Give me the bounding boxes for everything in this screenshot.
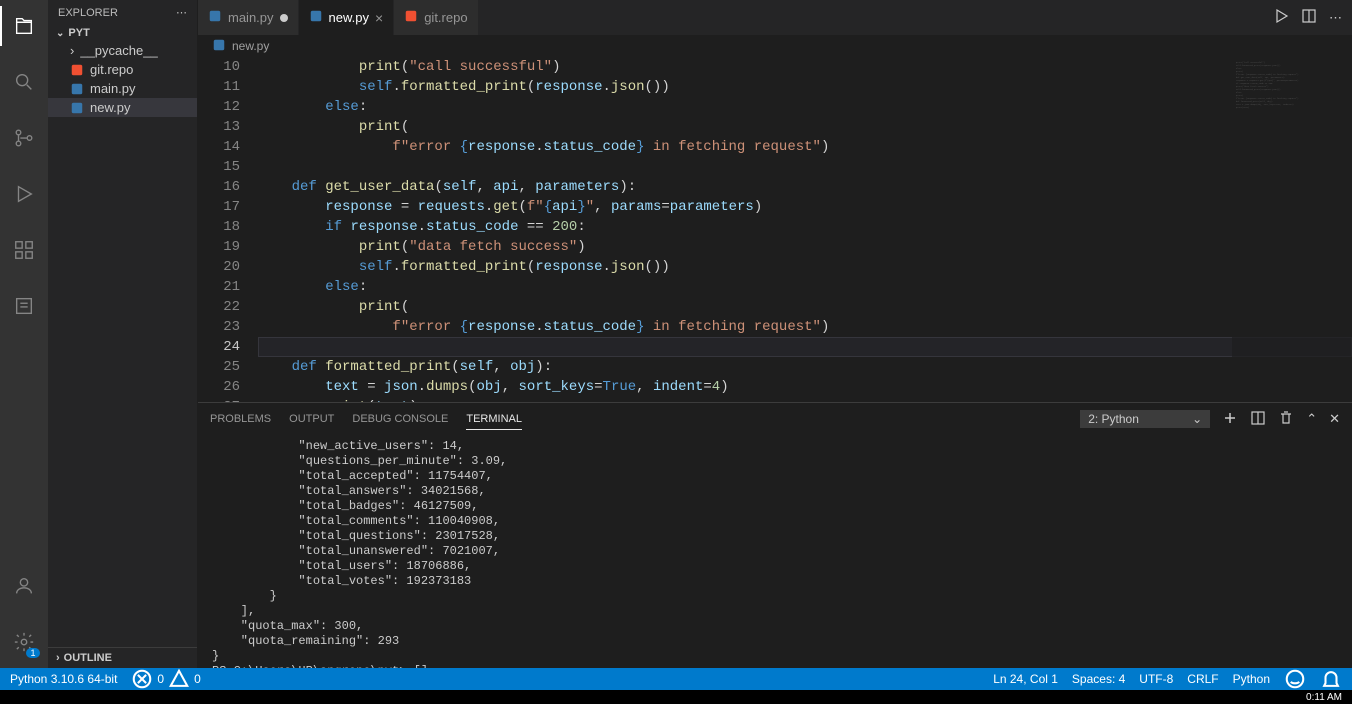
encoding[interactable]: UTF-8 bbox=[1139, 672, 1173, 686]
todo-icon[interactable] bbox=[0, 286, 48, 326]
terminal-selector[interactable]: 2: Python ⌄ bbox=[1080, 410, 1210, 428]
run-debug-icon[interactable] bbox=[0, 174, 48, 214]
panel-tab[interactable]: PROBLEMS bbox=[210, 409, 271, 430]
bottom-panel: PROBLEMS OUTPUT DEBUG CONSOLE TERMINAL 2: P… bbox=[198, 402, 1352, 668]
sidebar: EXPLORER ⋯ ⌄ PYT ›__pycache__git.repomai… bbox=[48, 0, 198, 668]
outline-section[interactable]: › OUTLINE bbox=[48, 647, 197, 668]
panel-tab[interactable]: OUTPUT bbox=[289, 409, 334, 430]
split-editor-icon[interactable] bbox=[1301, 8, 1317, 27]
explorer-icon[interactable] bbox=[0, 6, 48, 46]
feedback-icon[interactable] bbox=[1284, 668, 1306, 690]
new-terminal-icon[interactable] bbox=[1222, 410, 1238, 429]
file-tree-item[interactable]: main.py bbox=[48, 79, 197, 98]
panel-tab[interactable]: DEBUG CONSOLE bbox=[352, 409, 448, 430]
code-editor[interactable]: 101112131415161718192021222324252627 pri… bbox=[198, 57, 1352, 402]
cursor-position[interactable]: Ln 24, Col 1 bbox=[993, 672, 1058, 686]
chevron-down-icon: ⌄ bbox=[56, 28, 64, 39]
sidebar-more-icon[interactable]: ⋯ bbox=[176, 6, 187, 19]
sidebar-title: EXPLORER bbox=[58, 7, 118, 19]
breadcrumb[interactable]: new.py bbox=[198, 35, 1352, 57]
close-icon[interactable]: × bbox=[375, 10, 383, 26]
chevron-up-icon[interactable]: ⌃ bbox=[1306, 411, 1317, 427]
settings-gear-icon[interactable]: 1 bbox=[0, 622, 48, 662]
activity-bar: 1 bbox=[0, 0, 48, 668]
editor-tab[interactable]: main.py bbox=[198, 0, 299, 35]
source-control-icon[interactable] bbox=[0, 118, 48, 158]
tabs-bar: main.pynew.py×git.repo ⋯ bbox=[198, 0, 1352, 35]
python-version[interactable]: Python 3.10.6 64-bit bbox=[10, 672, 117, 686]
file-tree-item[interactable]: ›__pycache__ bbox=[48, 41, 197, 60]
terminal-output[interactable]: "new_active_users": 14, "questions_per_m… bbox=[198, 435, 1352, 668]
os-taskbar: 0:11 AM bbox=[0, 690, 1352, 704]
extensions-icon[interactable] bbox=[0, 230, 48, 270]
minimap[interactable]: print("call successful") self.formatted_… bbox=[1232, 57, 1352, 402]
search-icon[interactable] bbox=[0, 62, 48, 102]
clock: 0:11 AM bbox=[1306, 692, 1342, 703]
account-icon[interactable] bbox=[0, 566, 48, 606]
file-tree-item[interactable]: new.py bbox=[48, 98, 197, 117]
chevron-right-icon: › bbox=[56, 652, 60, 664]
problems-status[interactable]: 0 0 bbox=[131, 668, 200, 690]
python-file-icon bbox=[212, 38, 226, 55]
chevron-down-icon: ⌄ bbox=[1192, 412, 1202, 426]
status-bar: Python 3.10.6 64-bit 0 0 Ln 24, Col 1 Sp… bbox=[0, 668, 1352, 690]
panel-tab[interactable]: TERMINAL bbox=[466, 409, 522, 430]
settings-badge: 1 bbox=[26, 648, 40, 658]
run-icon[interactable] bbox=[1273, 8, 1289, 27]
language-mode[interactable]: Python bbox=[1233, 672, 1270, 686]
more-icon[interactable]: ⋯ bbox=[1329, 10, 1342, 26]
project-folder[interactable]: ⌄ PYT bbox=[48, 25, 197, 41]
modified-dot-icon bbox=[280, 14, 288, 22]
editor-tab[interactable]: git.repo bbox=[394, 0, 478, 35]
file-tree-item[interactable]: git.repo bbox=[48, 60, 197, 79]
trash-icon[interactable] bbox=[1278, 410, 1294, 429]
eol[interactable]: CRLF bbox=[1187, 672, 1218, 686]
split-terminal-icon[interactable] bbox=[1250, 410, 1266, 429]
indentation[interactable]: Spaces: 4 bbox=[1072, 672, 1125, 686]
close-panel-icon[interactable]: ✕ bbox=[1329, 411, 1340, 427]
bell-icon[interactable] bbox=[1320, 668, 1342, 690]
editor-tab[interactable]: new.py× bbox=[299, 0, 395, 35]
